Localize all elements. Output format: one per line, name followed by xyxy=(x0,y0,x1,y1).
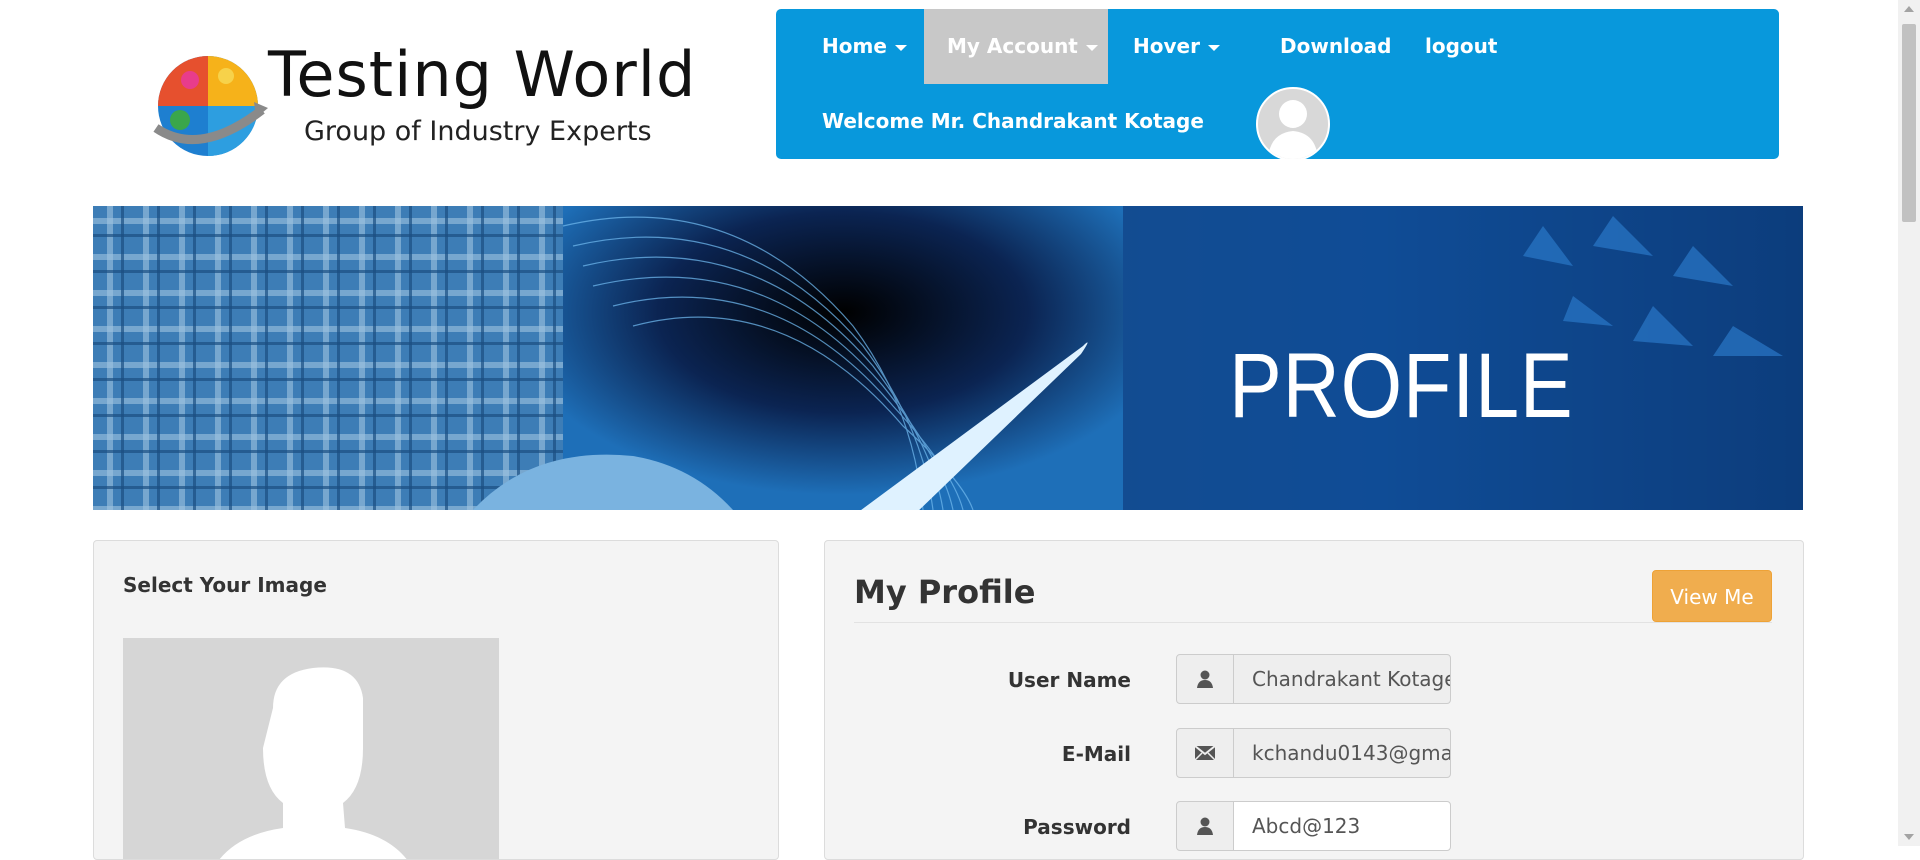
nav-logout[interactable]: logout xyxy=(1402,9,1520,84)
nav-home-label: Home xyxy=(822,34,887,58)
user-icon-addon xyxy=(1176,654,1234,704)
person-silhouette-icon xyxy=(219,667,407,859)
logo-subtitle: Group of Industry Experts xyxy=(304,116,652,147)
nav-logout-label: logout xyxy=(1425,34,1498,58)
email-row: E-Mail kchandu0143@gmail.com xyxy=(825,728,1803,780)
view-me-button[interactable]: View Me xyxy=(1652,570,1772,622)
nav-hover[interactable]: Hover xyxy=(1110,9,1243,84)
site-logo[interactable]: Testing World Group of Industry Experts xyxy=(150,42,695,162)
select-image-label: Select Your Image xyxy=(123,573,327,597)
my-profile-panel: My Profile View Me User Name Chandrakant… xyxy=(824,540,1804,860)
scroll-up-icon[interactable] xyxy=(1904,6,1914,12)
password-label: Password xyxy=(1023,815,1131,839)
nav-download-label: Download xyxy=(1280,34,1392,58)
nav-my-account[interactable]: My Account xyxy=(924,9,1108,84)
caret-down-icon xyxy=(1207,44,1220,51)
envelope-icon xyxy=(1194,745,1216,761)
email-label: E-Mail xyxy=(1061,742,1131,766)
scroll-down-icon[interactable] xyxy=(1904,834,1914,840)
logo-title: Testing World xyxy=(268,38,697,111)
welcome-message: Welcome Mr. Chandrakant Kotage xyxy=(822,109,1204,133)
nav-download[interactable]: Download xyxy=(1257,9,1414,84)
email-input[interactable]: kchandu0143@gmail.com xyxy=(1233,728,1451,778)
user-icon xyxy=(1197,817,1213,835)
password-row: Password Abcd@123 xyxy=(825,801,1803,853)
main-navbar: Home My Account Hover Download logout We… xyxy=(776,9,1779,161)
profile-image-placeholder[interactable] xyxy=(123,638,499,859)
envelope-icon-addon xyxy=(1176,728,1234,778)
avatar-silhouette-icon xyxy=(1268,100,1318,159)
banner-title: PROFILE xyxy=(1229,335,1574,437)
profile-banner: PROFILE xyxy=(93,206,1803,510)
scrollbar-thumb[interactable] xyxy=(1902,24,1916,222)
user-avatar[interactable] xyxy=(1256,87,1330,161)
user-icon-addon xyxy=(1176,801,1234,851)
username-label: User Name xyxy=(1007,668,1131,692)
profile-heading: My Profile xyxy=(854,573,1036,611)
caret-down-icon xyxy=(894,44,907,51)
nav-hover-label: Hover xyxy=(1133,34,1200,58)
password-input[interactable]: Abcd@123 xyxy=(1233,801,1451,851)
user-icon xyxy=(1197,670,1213,688)
username-input[interactable]: Chandrakant Kotage xyxy=(1233,654,1451,704)
username-row: User Name Chandrakant Kotage xyxy=(825,654,1803,706)
nav-home[interactable]: Home xyxy=(799,9,930,84)
puzzle-globe-icon xyxy=(153,56,268,156)
nav-my-account-label: My Account xyxy=(947,34,1078,58)
divider xyxy=(854,622,1772,623)
page-scrollbar[interactable] xyxy=(1898,0,1920,846)
caret-down-icon xyxy=(1085,44,1098,51)
image-select-panel: Select Your Image xyxy=(93,540,779,860)
